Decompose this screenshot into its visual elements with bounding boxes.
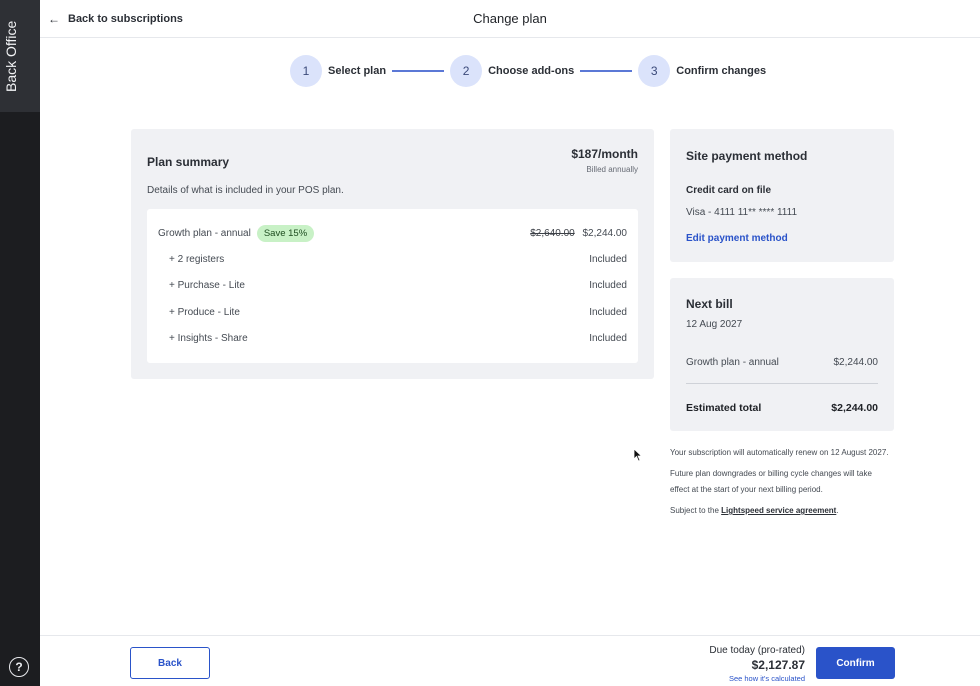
back-office-label: Back Office bbox=[3, 20, 19, 92]
due-today-summary: Due today (pro-rated) $2,127.87 See how … bbox=[709, 645, 805, 683]
progress-stepper: 1 Select plan 2 Choose add-ons 3 Confirm… bbox=[290, 54, 766, 88]
billing-notes: Your subscription will automatically ren… bbox=[670, 445, 890, 524]
edit-payment-method-link[interactable]: Edit payment method bbox=[686, 233, 788, 244]
next-bill-panel: Next bill 12 Aug 2027 Growth plan - annu… bbox=[670, 278, 894, 431]
bill-line-value: $2,244.00 bbox=[833, 357, 879, 368]
side-rail: Back Office ? bbox=[0, 0, 40, 686]
service-agreement-note: Subject to the Lightspeed service agreem… bbox=[670, 503, 890, 519]
step-number: 1 bbox=[290, 55, 322, 87]
service-agreement-link[interactable]: Lightspeed service agreement bbox=[721, 506, 836, 515]
due-today-label: Due today (pro-rated) bbox=[709, 645, 805, 656]
estimated-total-row: Estimated total $2,244.00 bbox=[686, 402, 878, 414]
next-bill-title: Next bill bbox=[686, 297, 733, 311]
step-confirm-changes[interactable]: 3 Confirm changes bbox=[638, 55, 766, 87]
agreement-prefix: Subject to the bbox=[670, 506, 722, 515]
add-on-value: Included bbox=[589, 254, 627, 265]
back-button[interactable]: Back bbox=[130, 647, 210, 679]
footer-bar: Back Due today (pro-rated) $2,127.87 See… bbox=[40, 635, 980, 686]
add-on-name: + Purchase - Lite bbox=[169, 280, 245, 291]
renewal-note: Your subscription will automatically ren… bbox=[670, 448, 889, 457]
bill-line-item: Growth plan - annual $2,244.00 bbox=[686, 357, 878, 368]
calculation-link[interactable]: See how it's calculated bbox=[709, 674, 805, 683]
add-on-value: Included bbox=[589, 333, 627, 344]
payment-method-title: Site payment method bbox=[686, 149, 808, 163]
confirm-button[interactable]: Confirm bbox=[816, 647, 895, 679]
add-on-item: + Insights - Share Included bbox=[158, 333, 627, 344]
step-label: Select plan bbox=[328, 65, 387, 77]
add-on-item: + Purchase - Lite Included bbox=[158, 280, 627, 291]
add-on-name: + Insights - Share bbox=[169, 333, 248, 344]
add-on-value: Included bbox=[589, 280, 627, 291]
next-bill-date: 12 Aug 2027 bbox=[686, 319, 743, 330]
divider bbox=[686, 383, 878, 384]
step-select-plan[interactable]: 1 Select plan bbox=[290, 55, 386, 87]
top-bar: ← Back to subscriptions Change plan bbox=[40, 0, 980, 38]
billing-frequency: Billed annually bbox=[586, 165, 638, 174]
back-office-tab[interactable]: Back Office bbox=[0, 0, 40, 112]
page-title: Change plan bbox=[473, 11, 547, 26]
card-on-file-label: Credit card on file bbox=[686, 185, 772, 196]
add-on-value: Included bbox=[589, 307, 627, 318]
add-on-item: + 2 registers Included bbox=[158, 254, 627, 265]
estimated-total-value: $2,244.00 bbox=[831, 402, 878, 414]
add-on-item: + Produce - Lite Included bbox=[158, 307, 627, 318]
step-number: 2 bbox=[450, 55, 483, 87]
add-on-name: + 2 registers bbox=[169, 254, 225, 265]
agreement-suffix: . bbox=[836, 506, 839, 515]
estimated-total-label: Estimated total bbox=[686, 402, 762, 414]
add-on-name: + Produce - Lite bbox=[169, 307, 240, 318]
future-changes-note: Future plan downgrades or billing cycle … bbox=[670, 469, 872, 494]
discounted-price: $2,244.00 bbox=[582, 228, 628, 239]
step-number: 3 bbox=[638, 55, 671, 87]
step-connector bbox=[580, 70, 633, 72]
original-price: $2,640.00 bbox=[530, 228, 575, 239]
plan-line-item: Growth plan - annual Save 15% $2,640.00 … bbox=[158, 225, 627, 242]
plan-name: Growth plan - annual bbox=[158, 228, 251, 239]
payment-method-panel: Site payment method Credit card on file … bbox=[670, 129, 894, 262]
step-label: Confirm changes bbox=[676, 65, 767, 77]
step-label: Choose add-ons bbox=[488, 65, 575, 77]
step-choose-add-ons[interactable]: 2 Choose add-ons bbox=[450, 55, 574, 87]
savings-badge: Save 15% bbox=[256, 225, 315, 242]
card-number: Visa - 4111 11** **** 1111 bbox=[686, 207, 798, 218]
plan-line-items: Growth plan - annual Save 15% $2,640.00 … bbox=[147, 209, 638, 363]
help-icon[interactable]: ? bbox=[9, 657, 29, 677]
mouse-cursor-icon bbox=[633, 448, 643, 462]
plan-price: $187/month bbox=[571, 147, 638, 161]
plan-summary-title: Plan summary bbox=[147, 155, 230, 169]
plan-description: Details of what is included in your POS … bbox=[147, 185, 344, 196]
bill-line-label: Growth plan - annual bbox=[686, 357, 779, 368]
step-connector bbox=[392, 70, 445, 72]
plan-summary-panel: Plan summary $187/month Billed annually … bbox=[131, 129, 654, 379]
due-today-amount: $2,127.87 bbox=[751, 658, 805, 672]
